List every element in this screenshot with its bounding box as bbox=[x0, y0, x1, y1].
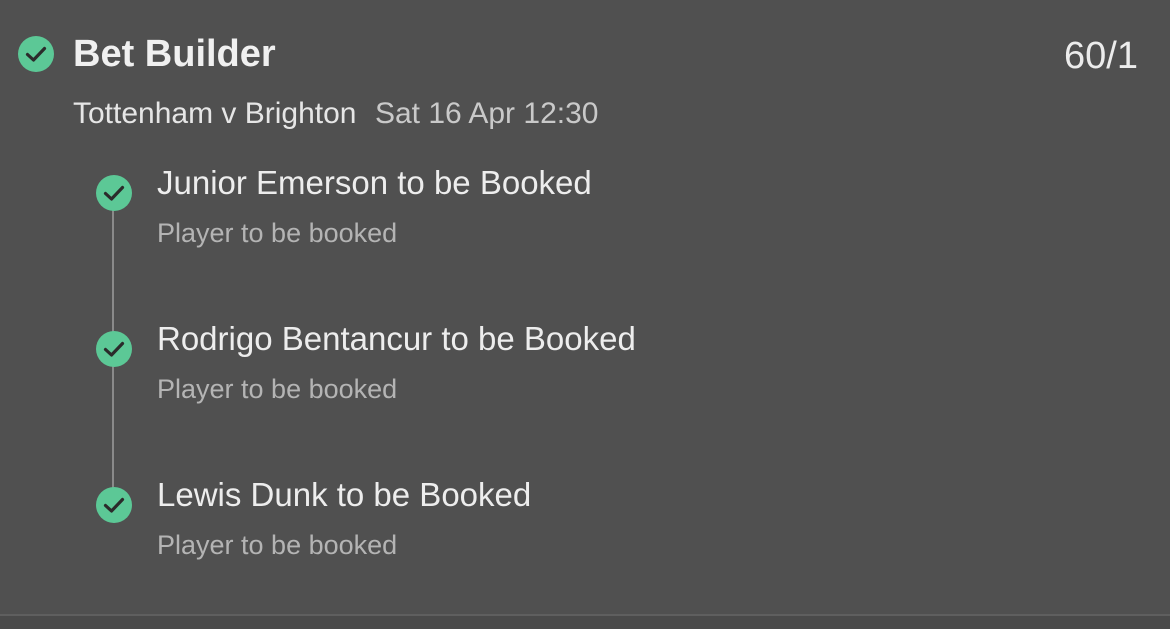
check-circle-icon bbox=[96, 175, 132, 211]
leg-subtitle: Player to be booked bbox=[157, 374, 398, 404]
check-circle-icon bbox=[96, 487, 132, 523]
bet-card[interactable]: Bet Builder 60/1 Tottenham v Brighton Sa… bbox=[0, 0, 1170, 629]
leg-title: Lewis Dunk to be Booked bbox=[157, 476, 532, 513]
match-name: Tottenham v Brighton bbox=[73, 97, 357, 130]
leg-subtitle: Player to be booked bbox=[157, 218, 398, 248]
bet-leg: Junior Emerson to be Booked Player to be… bbox=[0, 160, 1170, 270]
bet-leg: Lewis Dunk to be Booked Player to be boo… bbox=[0, 472, 1170, 582]
match-datetime: Sat 16 Apr 12:30 bbox=[374, 97, 599, 130]
leg-title: Rodrigo Bentancur to be Booked bbox=[157, 320, 636, 357]
check-circle-icon bbox=[18, 36, 54, 72]
leg-subtitle: Player to be booked bbox=[157, 530, 398, 560]
bet-leg: Rodrigo Bentancur to be Booked Player to… bbox=[0, 316, 1170, 426]
match-info: Tottenham v Brighton Sat 16 Apr 12:30 bbox=[73, 96, 598, 137]
bet-odds: 60/1 bbox=[1064, 35, 1138, 77]
leg-title: Junior Emerson to be Booked bbox=[157, 164, 592, 201]
check-circle-icon bbox=[96, 331, 132, 367]
bet-title: Bet Builder bbox=[73, 33, 276, 75]
next-card-edge bbox=[0, 616, 1170, 629]
